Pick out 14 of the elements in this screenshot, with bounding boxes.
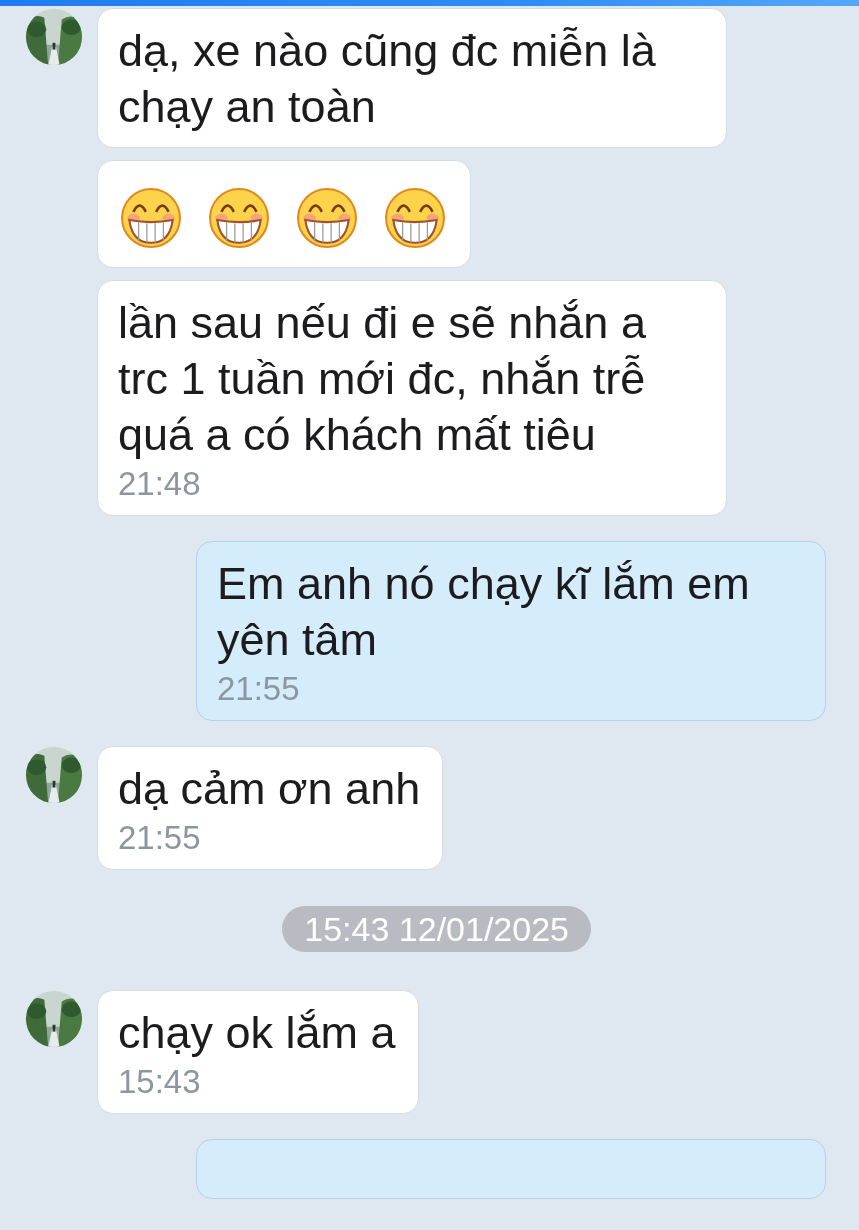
message-time: 21:55 bbox=[217, 670, 301, 708]
message-text: dạ cảm ơn anh bbox=[118, 762, 421, 816]
message-time: 21:48 bbox=[118, 465, 202, 503]
message-text: chạy ok lắm a bbox=[118, 1006, 396, 1060]
grinning-face-icon bbox=[296, 187, 358, 249]
grinning-face-icon bbox=[120, 187, 182, 249]
message-text: Em anh nó chạy kĩ lắm em yên tâm bbox=[217, 557, 751, 667]
message-time: 15:43 bbox=[118, 1063, 202, 1101]
grinning-face-icon bbox=[384, 187, 446, 249]
message-text: dạ, xe nào cũng đc miễn là chạy an toàn bbox=[118, 24, 657, 134]
message-text: lần sau nếu đi e sẽ nhắn a trc 1 tuần mới đc, nhắn trễ quá a có khách mất tiêu bbox=[118, 296, 647, 462]
date-divider: 15:43 12/01/2025 bbox=[282, 906, 591, 952]
message-time: 21:55 bbox=[118, 819, 202, 857]
grinning-face-icon bbox=[208, 187, 270, 249]
